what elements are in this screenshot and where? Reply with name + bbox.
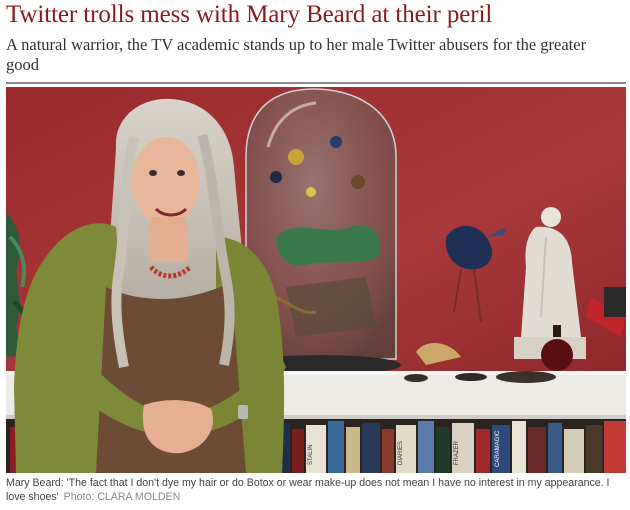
photo-credit: Photo: CLARA MOLDEN xyxy=(63,491,181,503)
article-headline: Twitter trolls mess with Mary Beard at t… xyxy=(6,1,493,28)
article-standfirst: A natural warrior, the TV academic stand… xyxy=(6,35,587,74)
photo-caption: Mary Beard: 'The fact that I don't dye m… xyxy=(6,476,626,504)
book-spine-3: FRAZER xyxy=(454,440,460,465)
book-spine-1: STALIN xyxy=(308,444,314,465)
book-spine-4: DIARIES xyxy=(398,441,404,465)
header-divider xyxy=(6,82,626,84)
book-spine-2: CARAMAGIC xyxy=(495,430,501,467)
article-photo: STALIN CARAMAGIC FRAZER DIARIES xyxy=(6,87,626,473)
